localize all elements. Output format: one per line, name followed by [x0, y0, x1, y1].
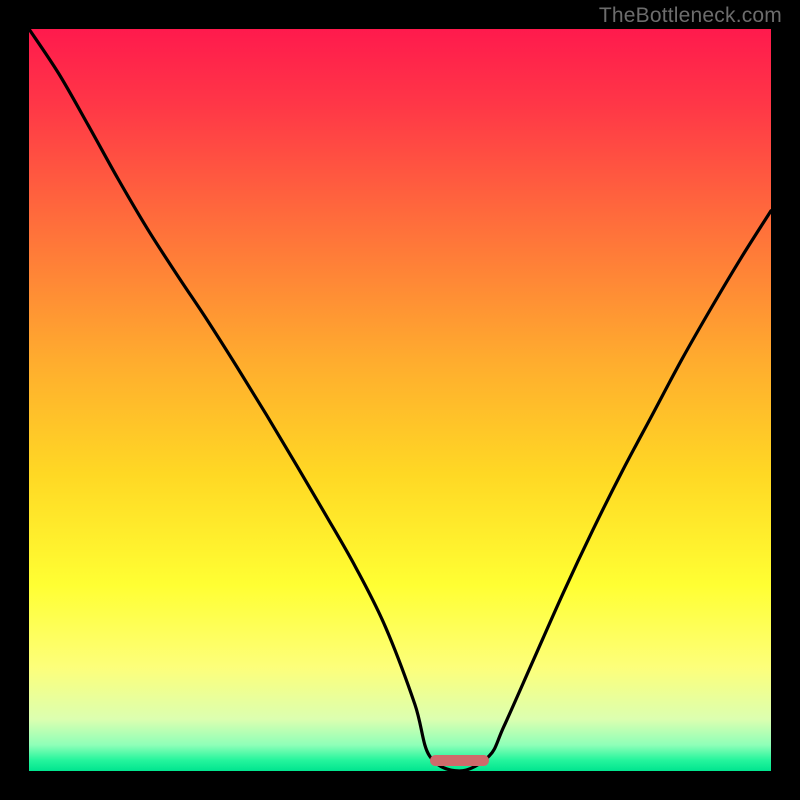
optimal-range-marker [430, 755, 489, 766]
plot-area [29, 29, 771, 771]
chart-frame: TheBottleneck.com [0, 0, 800, 800]
bottleneck-curve [29, 29, 771, 771]
watermark-label: TheBottleneck.com [599, 4, 782, 28]
